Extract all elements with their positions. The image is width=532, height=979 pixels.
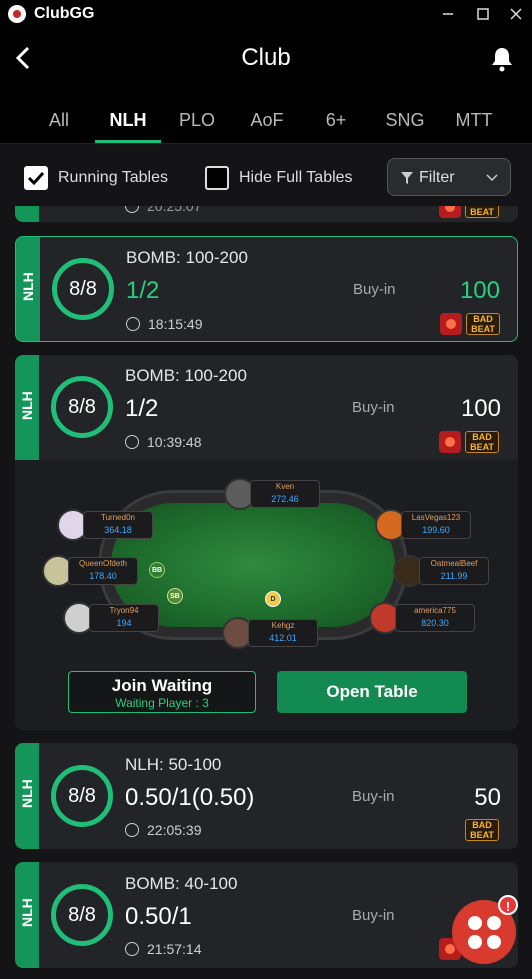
- minimize-button[interactable]: [437, 3, 459, 25]
- table-time: 18:15:49: [126, 316, 203, 332]
- table-name: NLH: 50-100: [125, 755, 222, 774]
- big-blind-marker: BB: [149, 562, 165, 578]
- bad-beat-icon: BADBEAT: [465, 431, 499, 453]
- bomb-icon: [439, 206, 461, 218]
- clubgg-logo-icon: [8, 5, 26, 23]
- seat-count-ring: 8/8: [51, 376, 113, 438]
- filter-button[interactable]: Filter: [387, 158, 511, 196]
- bomb-icon: [440, 313, 462, 335]
- alarm-clock-icon: [125, 435, 139, 449]
- player-seat: LasVegas123 199.60: [375, 509, 471, 541]
- table-stakes: 0.50/1(0.50): [125, 784, 255, 811]
- open-table-button[interactable]: Open Table: [277, 671, 467, 713]
- table-stakes: 1/2: [126, 277, 160, 304]
- bad-beat-icon: BADBEAT: [466, 313, 500, 335]
- close-button[interactable]: [505, 3, 527, 25]
- bomb-icon: [439, 431, 461, 453]
- hide-full-tables-checkbox[interactable]: [205, 166, 229, 190]
- table-name: BOMB: 100-200: [126, 248, 248, 267]
- table-time: 22:05:39: [125, 822, 202, 838]
- buyin-value: 100: [459, 277, 500, 304]
- game-type-strip: NLH: [15, 862, 39, 968]
- maximize-button[interactable]: [472, 3, 494, 25]
- player-seat: Kven 272.46: [224, 478, 320, 510]
- alarm-clock-icon: [125, 206, 139, 213]
- player-seat: Turned0n 364.18: [57, 509, 153, 541]
- join-waiting-button[interactable]: Join Waiting Waiting Player : 3: [68, 671, 256, 713]
- alarm-clock-icon: [126, 317, 140, 331]
- table-stakes: 0.50/1: [125, 903, 192, 930]
- game-type-strip: NLH: [15, 355, 39, 461]
- hide-full-tables-label: Hide Full Tables: [239, 169, 353, 186]
- tab-all[interactable]: All: [29, 110, 89, 131]
- game-type-strip: NLH: [16, 237, 40, 341]
- buyin-label: Buy-in: [352, 907, 395, 924]
- filter-bar: Running Tables Hide Full Tables Filter: [0, 144, 532, 206]
- table-time: 21:57:14: [125, 941, 202, 957]
- tab-6plus[interactable]: 6+: [306, 110, 366, 131]
- funnel-icon: [401, 172, 413, 184]
- running-tables-label: Running Tables: [58, 169, 169, 186]
- alarm-clock-icon: [125, 942, 139, 956]
- page-title: Club: [241, 44, 291, 71]
- seat-count-ring: 8/8: [52, 258, 114, 320]
- buyin-label: Buy-in: [353, 281, 396, 298]
- tab-sng[interactable]: SNG: [375, 110, 435, 131]
- buyin-value: 50: [474, 784, 501, 811]
- running-tables-checkbox[interactable]: [24, 166, 48, 190]
- tab-aof[interactable]: AoF: [237, 110, 297, 131]
- bell-icon[interactable]: [490, 46, 514, 72]
- seat-count-ring: 8/8: [51, 765, 113, 827]
- notification-badge: !: [498, 895, 518, 915]
- player-seat: Tryon94 194: [63, 602, 159, 634]
- table-card-expanded[interactable]: NLH 8/8 BOMB: 100-200 1/2 10:39:48 Buy-i…: [15, 355, 518, 461]
- table-card[interactable]: NLH 8/8 BOMB: 100-200 1/2 18:15:49 Buy-i…: [15, 236, 518, 342]
- buyin-value: 100: [460, 395, 501, 422]
- active-tab-indicator: [95, 140, 161, 143]
- bad-beat-icon: BADBEAT: [465, 819, 499, 841]
- table-name: BOMB: 100-200: [125, 366, 247, 385]
- header: Club: [0, 28, 532, 90]
- table-card-partial[interactable]: 20:25:07 BADBEAT: [15, 206, 518, 222]
- game-tabs: All NLH PLO AoF 6+ SNG MTT: [0, 90, 532, 144]
- table-card[interactable]: NLH 8/8 NLH: 50-100 0.50/1(0.50) 22:05:3…: [15, 743, 518, 849]
- player-seat: OatmealBeef 211.99: [393, 555, 489, 587]
- game-type-strip: NLH: [15, 743, 39, 849]
- seat-count-ring: 8/8: [51, 884, 113, 946]
- table-list[interactable]: 20:25:07 BADBEAT NLH 8/8 BOMB: 100-200 1…: [0, 206, 532, 979]
- table-time: 10:39:48: [125, 434, 202, 450]
- checkmark-icon: [27, 171, 45, 186]
- tab-mtt[interactable]: MTT: [444, 110, 504, 131]
- chevron-down-icon: [486, 174, 498, 182]
- tab-nlh[interactable]: NLH: [98, 110, 158, 131]
- minimize-icon: [443, 13, 453, 15]
- tab-plo[interactable]: PLO: [167, 110, 227, 131]
- table-card[interactable]: NLH 8/8 BOMB: 40-100 0.50/1 21:57:14 Buy…: [15, 862, 518, 968]
- grid-dots-icon: [467, 915, 501, 949]
- table-time: 20:25:07: [125, 206, 202, 214]
- close-icon: [510, 8, 522, 20]
- player-seat: Kehgz 412.01: [222, 617, 318, 649]
- title-bar: ClubGG: [0, 0, 532, 28]
- bad-beat-icon: BADBEAT: [465, 206, 499, 218]
- alarm-clock-icon: [125, 823, 139, 837]
- buyin-label: Buy-in: [352, 788, 395, 805]
- buyin-label: Buy-in: [352, 399, 395, 416]
- app-name: ClubGG: [34, 5, 95, 22]
- player-seat: america775 820.30: [369, 602, 475, 634]
- table-stakes: 1/2: [125, 395, 159, 422]
- player-seat: QueenOfdeth 178.40: [42, 555, 138, 587]
- game-type-strip: [15, 206, 39, 222]
- small-blind-marker: SB: [167, 588, 183, 604]
- table-name: BOMB: 40-100: [125, 874, 238, 893]
- filter-label: Filter: [419, 169, 455, 186]
- dealer-button: D: [265, 591, 281, 607]
- maximize-icon: [477, 8, 489, 20]
